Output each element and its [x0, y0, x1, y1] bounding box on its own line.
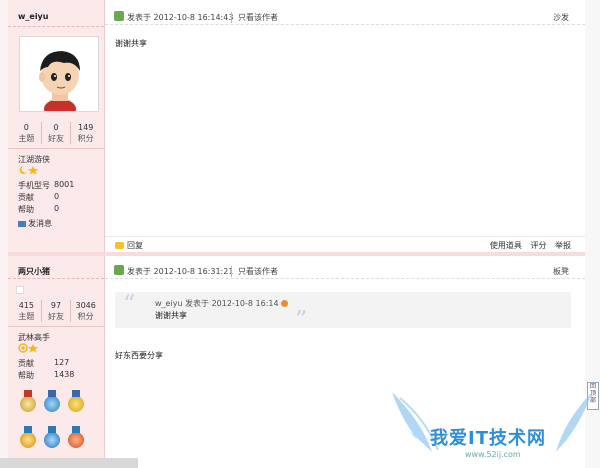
online-status-icon	[114, 11, 124, 21]
field-contribution: 贡献 127	[18, 358, 69, 369]
moon-star-icon	[19, 166, 38, 175]
rank-stars	[18, 343, 40, 355]
field-value: 127	[54, 358, 70, 367]
open-quote-icon: “	[123, 290, 136, 318]
divider	[8, 326, 104, 327]
post-time: 发表于 2012-10-8 16:31:21	[127, 267, 234, 276]
stat-label: 积分	[77, 134, 94, 143]
author-name[interactable]: 两只小猪	[18, 266, 50, 277]
report-button[interactable]: 举报	[555, 241, 571, 250]
field-label: 手机型号	[18, 181, 50, 190]
medal-icon[interactable]	[20, 426, 36, 448]
medal-icon[interactable]	[44, 426, 60, 448]
stat-label: 好友	[48, 312, 64, 321]
field-help: 帮助 1438	[18, 370, 74, 381]
author-stats: 0 主题 0 好友 149 积分	[12, 122, 100, 144]
reply-button[interactable]: 回复	[115, 240, 143, 251]
stat-topics[interactable]: 0 主题	[12, 122, 42, 144]
close-quote-icon: ”	[295, 306, 308, 334]
watermark-text: 我爱IT技术网	[430, 428, 546, 449]
field-phone: 手机型号 8001	[18, 180, 74, 191]
author-stats: 415 主题 97 好友 3046 积分	[12, 300, 100, 322]
reply-icon	[115, 242, 124, 249]
post-main: 发表于 2012-10-8 16:14:43 只看该作者 沙发 谢谢共享 回复 …	[105, 0, 585, 252]
quote-text: 谢谢共享	[155, 311, 187, 320]
stat-points[interactable]: 3046 积分	[71, 300, 100, 322]
post-header: 发表于 2012-10-8 16:31:21 只看该作者 板凳	[105, 262, 585, 279]
stat-value: 0	[23, 123, 29, 132]
stat-points[interactable]: 149 积分	[71, 122, 100, 144]
field-label: 贡献	[18, 359, 34, 368]
medal-icon[interactable]	[20, 390, 36, 412]
quote-header-text: w_eiyu 发表于 2012-10-8 16:14	[155, 299, 279, 308]
post-content: 好东西要分享	[115, 351, 163, 360]
horizontal-scrollbar[interactable]	[0, 458, 138, 468]
use-tool-button[interactable]: 使用道具	[490, 241, 522, 250]
avatar[interactable]	[19, 36, 99, 119]
author-name[interactable]: w_eiyu	[18, 12, 48, 21]
floor-label[interactable]: 板凳	[553, 266, 569, 277]
medal-icon[interactable]	[44, 390, 60, 412]
stat-label: 好友	[48, 134, 64, 143]
rate-button[interactable]: 评分	[530, 241, 546, 250]
rank-stars	[18, 165, 40, 177]
author-sidebar: 两只小猪 415 主题 97 好友 3046 积分 武林高手 贡献 127 帮助 1438	[8, 256, 105, 468]
quote-block: “ w_eiyu 发表于 2012-10-8 16:14 谢谢共享 ”	[115, 290, 571, 334]
post-footer: 回复 使用道具 评分 举报	[105, 236, 585, 253]
go-to-post-icon[interactable]	[280, 300, 288, 307]
field-label: 帮助	[18, 205, 34, 214]
send-message-link[interactable]: 发消息	[18, 218, 52, 229]
send-message-label: 发消息	[28, 219, 52, 228]
reply-label: 回复	[127, 241, 143, 250]
stat-value: 149	[78, 123, 94, 132]
avatar[interactable]	[16, 286, 24, 294]
floor-label[interactable]: 沙发	[553, 12, 569, 23]
stat-label: 主题	[18, 312, 35, 321]
divider	[8, 148, 104, 149]
field-value: 1438	[54, 370, 75, 379]
stat-friends[interactable]: 97 好友	[42, 300, 72, 322]
stat-value: 3046	[75, 301, 96, 310]
rank-title[interactable]: 江湖游侠	[18, 154, 50, 165]
field-label: 贡献	[18, 193, 34, 202]
stat-label: 积分	[77, 312, 94, 321]
post-time: 发表于 2012-10-8 16:14:43	[127, 13, 234, 22]
rank-title[interactable]: 武林高手	[18, 332, 50, 343]
sun-star-icon	[18, 343, 38, 353]
watermark-url: www.52ij.com	[465, 450, 521, 459]
field-label: 帮助	[18, 371, 34, 380]
stat-topics[interactable]: 415 主题	[12, 300, 42, 322]
field-value: 0	[54, 192, 60, 201]
post-actions: 使用道具 评分 举报	[484, 240, 571, 251]
stat-value: 97	[50, 301, 62, 310]
divider	[8, 26, 104, 27]
divider	[8, 278, 104, 279]
medal-icon[interactable]	[68, 426, 84, 448]
stat-value: 0	[53, 123, 59, 132]
stat-label: 主题	[18, 134, 35, 143]
stat-friends[interactable]: 0 好友	[42, 122, 72, 144]
only-author-link[interactable]: 只看该作者	[231, 12, 278, 23]
author-sidebar: w_eiyu 0 主题 0 好友 149 积分 江湖游侠 手机型号 8001 贡…	[8, 0, 105, 252]
online-status-icon	[114, 265, 124, 275]
post-header: 发表于 2012-10-8 16:14:43 只看该作者 沙发	[105, 8, 585, 25]
envelope-icon	[18, 220, 26, 227]
quote-header[interactable]: w_eiyu 发表于 2012-10-8 16:14	[155, 298, 288, 309]
field-value: 8001	[54, 180, 75, 189]
only-author-link[interactable]: 只看该作者	[231, 266, 278, 277]
avatar-image	[20, 37, 98, 119]
field-value: 0	[54, 204, 60, 213]
field-contribution: 贡献 0	[18, 192, 59, 203]
post-content: 谢谢共享	[115, 39, 147, 48]
stat-value: 415	[18, 301, 34, 310]
field-help: 帮助 0	[18, 204, 59, 215]
medal-icon[interactable]	[68, 390, 84, 412]
